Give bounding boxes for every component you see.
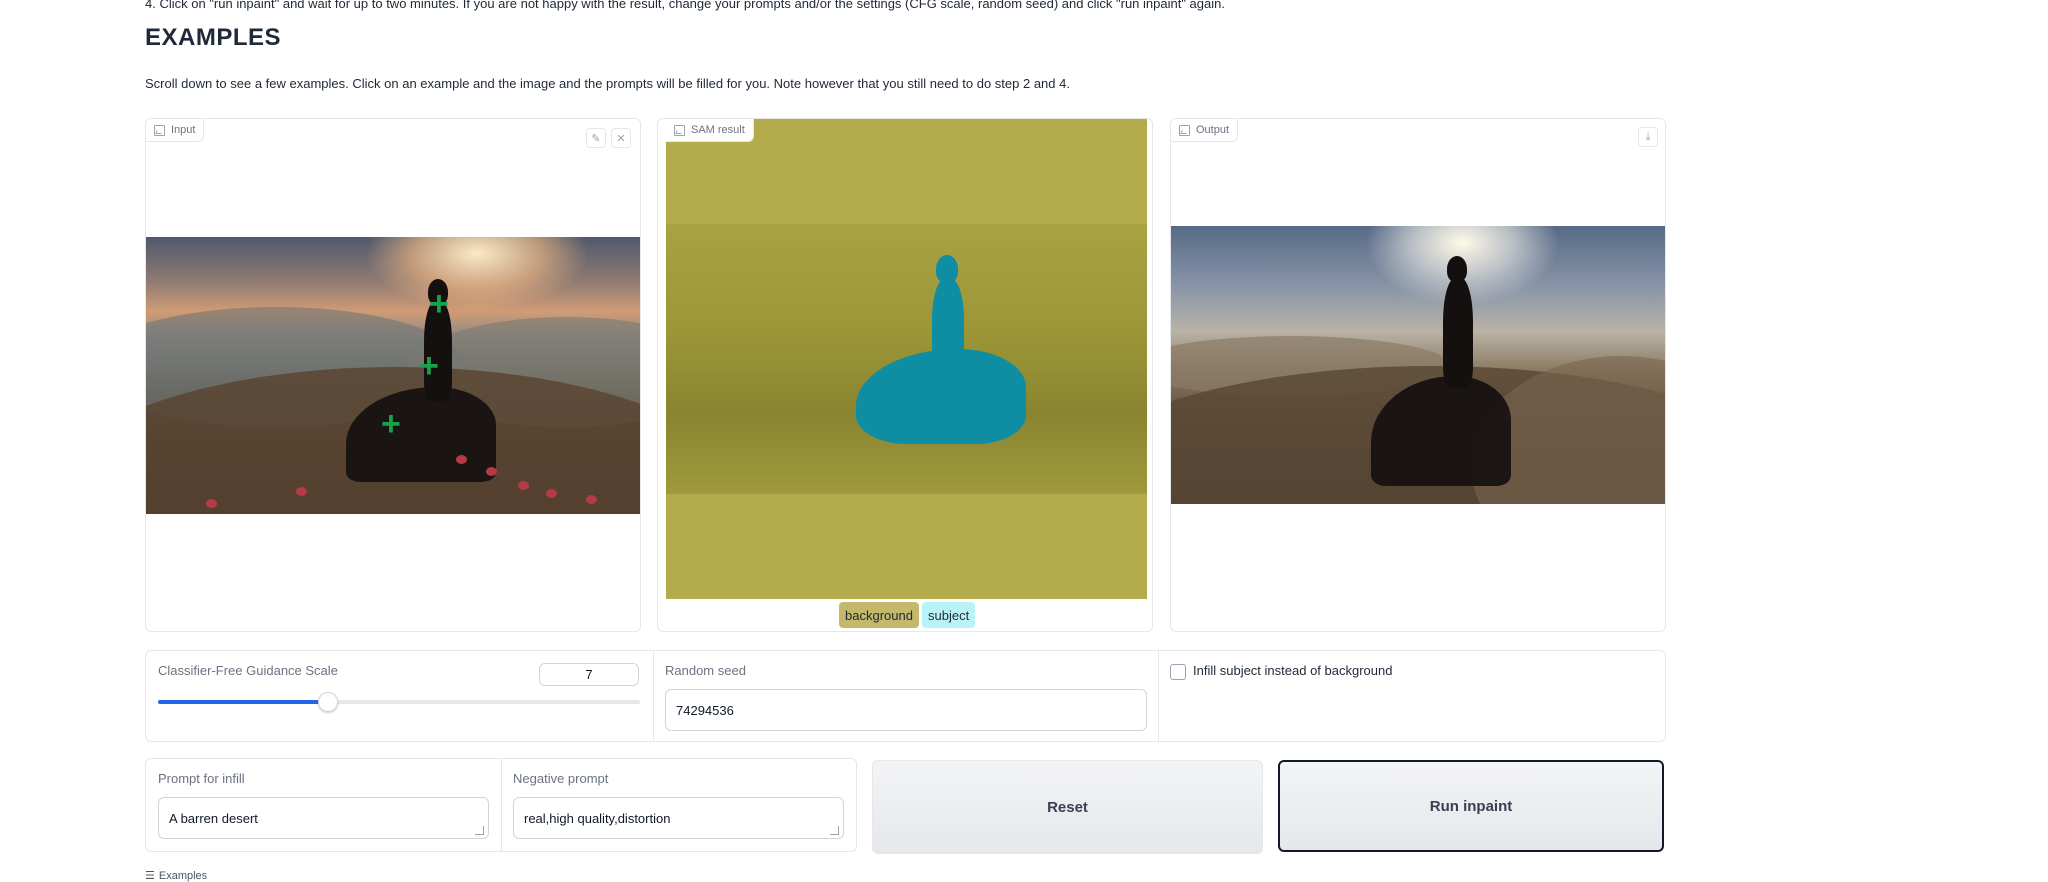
- examples-heading: EXAMPLES: [145, 24, 282, 51]
- divider: [653, 651, 654, 741]
- seed-label: Random seed: [665, 663, 746, 678]
- positive-point-marker: +: [429, 285, 449, 323]
- sam-result-label: SAM result: [666, 119, 754, 142]
- reset-button[interactable]: Reset: [872, 760, 1263, 854]
- settings-row: Classifier-Free Guidance Scale 7 Random …: [145, 650, 1666, 742]
- image-icon: [1179, 124, 1190, 136]
- cfg-number-input[interactable]: 7: [539, 663, 639, 686]
- step-4-instruction: 4. Click on "run inpaint" and wait for u…: [145, 0, 1225, 11]
- sam-segmentation-image: [666, 119, 1147, 599]
- cfg-slider-thumb[interactable]: [317, 692, 338, 712]
- cfg-slider[interactable]: [158, 700, 640, 704]
- output-label: Output: [1171, 119, 1239, 142]
- examples-footer[interactable]: ☰ Examples: [145, 869, 207, 882]
- negative-prompt-textarea[interactable]: real,high quality,distortion: [513, 797, 844, 839]
- infill-prompt-textarea[interactable]: A barren desert: [158, 797, 489, 839]
- image-icon: [154, 124, 165, 136]
- output-image-panel: Output ⤓: [1170, 118, 1666, 632]
- run-inpaint-button[interactable]: Run inpaint: [1278, 760, 1664, 852]
- output-image: [1171, 226, 1665, 504]
- prompt-row: Prompt for infill A barren desert Negati…: [145, 758, 857, 852]
- pencil-icon[interactable]: ✎: [586, 128, 606, 148]
- download-icon[interactable]: ⤓: [1638, 127, 1658, 147]
- infill-subject-checkbox[interactable]: [1170, 664, 1186, 680]
- list-icon: ☰: [145, 870, 155, 882]
- divider: [1158, 651, 1159, 741]
- legend-subject[interactable]: subject: [922, 602, 976, 628]
- divider: [501, 759, 502, 851]
- cfg-label: Classifier-Free Guidance Scale: [158, 663, 338, 678]
- input-image-panel[interactable]: Input ✎ ✕ + + +: [145, 118, 641, 632]
- cfg-slider-fill: [158, 700, 327, 704]
- positive-point-marker: +: [381, 405, 401, 443]
- legend-background[interactable]: background: [839, 602, 919, 628]
- infill-subject-label[interactable]: Infill subject instead of background: [1193, 663, 1392, 678]
- positive-point-marker: +: [419, 347, 439, 385]
- close-icon[interactable]: ✕: [611, 128, 631, 148]
- negative-prompt-label: Negative prompt: [513, 771, 609, 786]
- input-image[interactable]: + + +: [146, 237, 640, 514]
- seed-input[interactable]: 74294536: [665, 689, 1147, 731]
- examples-description: Scroll down to see a few examples. Click…: [145, 76, 1070, 91]
- image-icon: [674, 124, 685, 136]
- infill-prompt-label: Prompt for infill: [158, 771, 245, 786]
- sam-result-panel: SAM result background subject: [657, 118, 1153, 632]
- input-label: Input: [146, 119, 205, 142]
